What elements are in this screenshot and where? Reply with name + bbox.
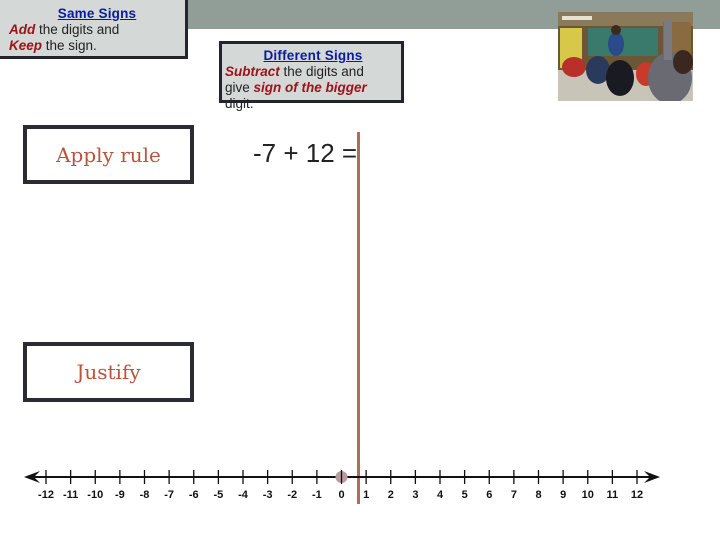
add-keyword: Add xyxy=(9,22,36,37)
justify-label: Justify xyxy=(76,360,141,384)
tick-label: -8 xyxy=(140,489,150,501)
tick-label: -12 xyxy=(38,489,54,501)
different-signs-line-2-text: give xyxy=(225,80,254,95)
tick-label: -3 xyxy=(263,489,273,501)
tick-label: -9 xyxy=(115,489,125,501)
tick-label: 10 xyxy=(582,489,594,501)
apply-rule-box[interactable]: Apply rule xyxy=(23,125,194,184)
classroom-photo-illustration xyxy=(558,12,693,101)
tick-label: 7 xyxy=(511,489,517,501)
classroom-photo xyxy=(558,12,693,101)
tick-label: -4 xyxy=(238,489,249,501)
justify-box[interactable]: Justify xyxy=(23,342,194,402)
tick-label: 5 xyxy=(462,489,468,501)
number-line: -12 -11 -10 -9 -8 -7 -6 -5 -4 -3 -2 -1 0 1 2 3 4 5 6 7 8 9 10 1… xyxy=(24,470,660,501)
tick-label: 4 xyxy=(437,489,444,501)
different-signs-line-3: digit. xyxy=(225,96,254,111)
same-signs-line-2: Keep the sign. xyxy=(9,38,185,54)
tick-label: -1 xyxy=(312,489,322,501)
tick-label: 11 xyxy=(607,489,619,501)
equation: -7 + 12 = xyxy=(253,138,358,168)
tick-label: 9 xyxy=(560,489,566,501)
tick-label: -2 xyxy=(287,489,297,501)
same-signs-line-1-text: the digits and xyxy=(35,22,120,37)
tick-label: 8 xyxy=(535,489,541,501)
different-signs-title: Different Signs xyxy=(263,48,363,63)
tick-label: -10 xyxy=(87,489,103,501)
same-signs-line-1: Add the digits and xyxy=(9,22,185,38)
tick-label: 0 xyxy=(338,489,344,501)
tick-label: 3 xyxy=(412,489,418,501)
bigger-sign-keyword: sign of the bigger xyxy=(253,80,367,95)
same-signs-rule-box: Same Signs Add the digits and Keep the s… xyxy=(0,0,188,59)
different-signs-line-1-text: the digits and xyxy=(279,64,364,79)
different-signs-line-2: give sign of the bigger xyxy=(225,80,401,96)
same-signs-title: Same Signs xyxy=(57,6,137,21)
different-signs-line-1: Subtract the digits and xyxy=(225,64,401,80)
tick-label: -6 xyxy=(189,489,199,501)
same-signs-line-2-text: the sign. xyxy=(42,38,97,53)
vertical-marker-line xyxy=(357,132,361,504)
keep-keyword: Keep xyxy=(9,38,43,53)
tick-label: 6 xyxy=(486,489,492,501)
tick-label: -7 xyxy=(164,489,174,501)
tick-label: 2 xyxy=(388,489,394,501)
tick-label: -5 xyxy=(213,489,223,501)
tick-label: 1 xyxy=(363,489,369,501)
apply-rule-label: Apply rule xyxy=(56,142,161,167)
tick-label: 12 xyxy=(631,489,643,501)
tick-label: -11 xyxy=(63,489,78,501)
subtract-keyword: Subtract xyxy=(225,64,280,79)
different-signs-rule-box: Different Signs Subtract the digits and … xyxy=(219,41,404,111)
